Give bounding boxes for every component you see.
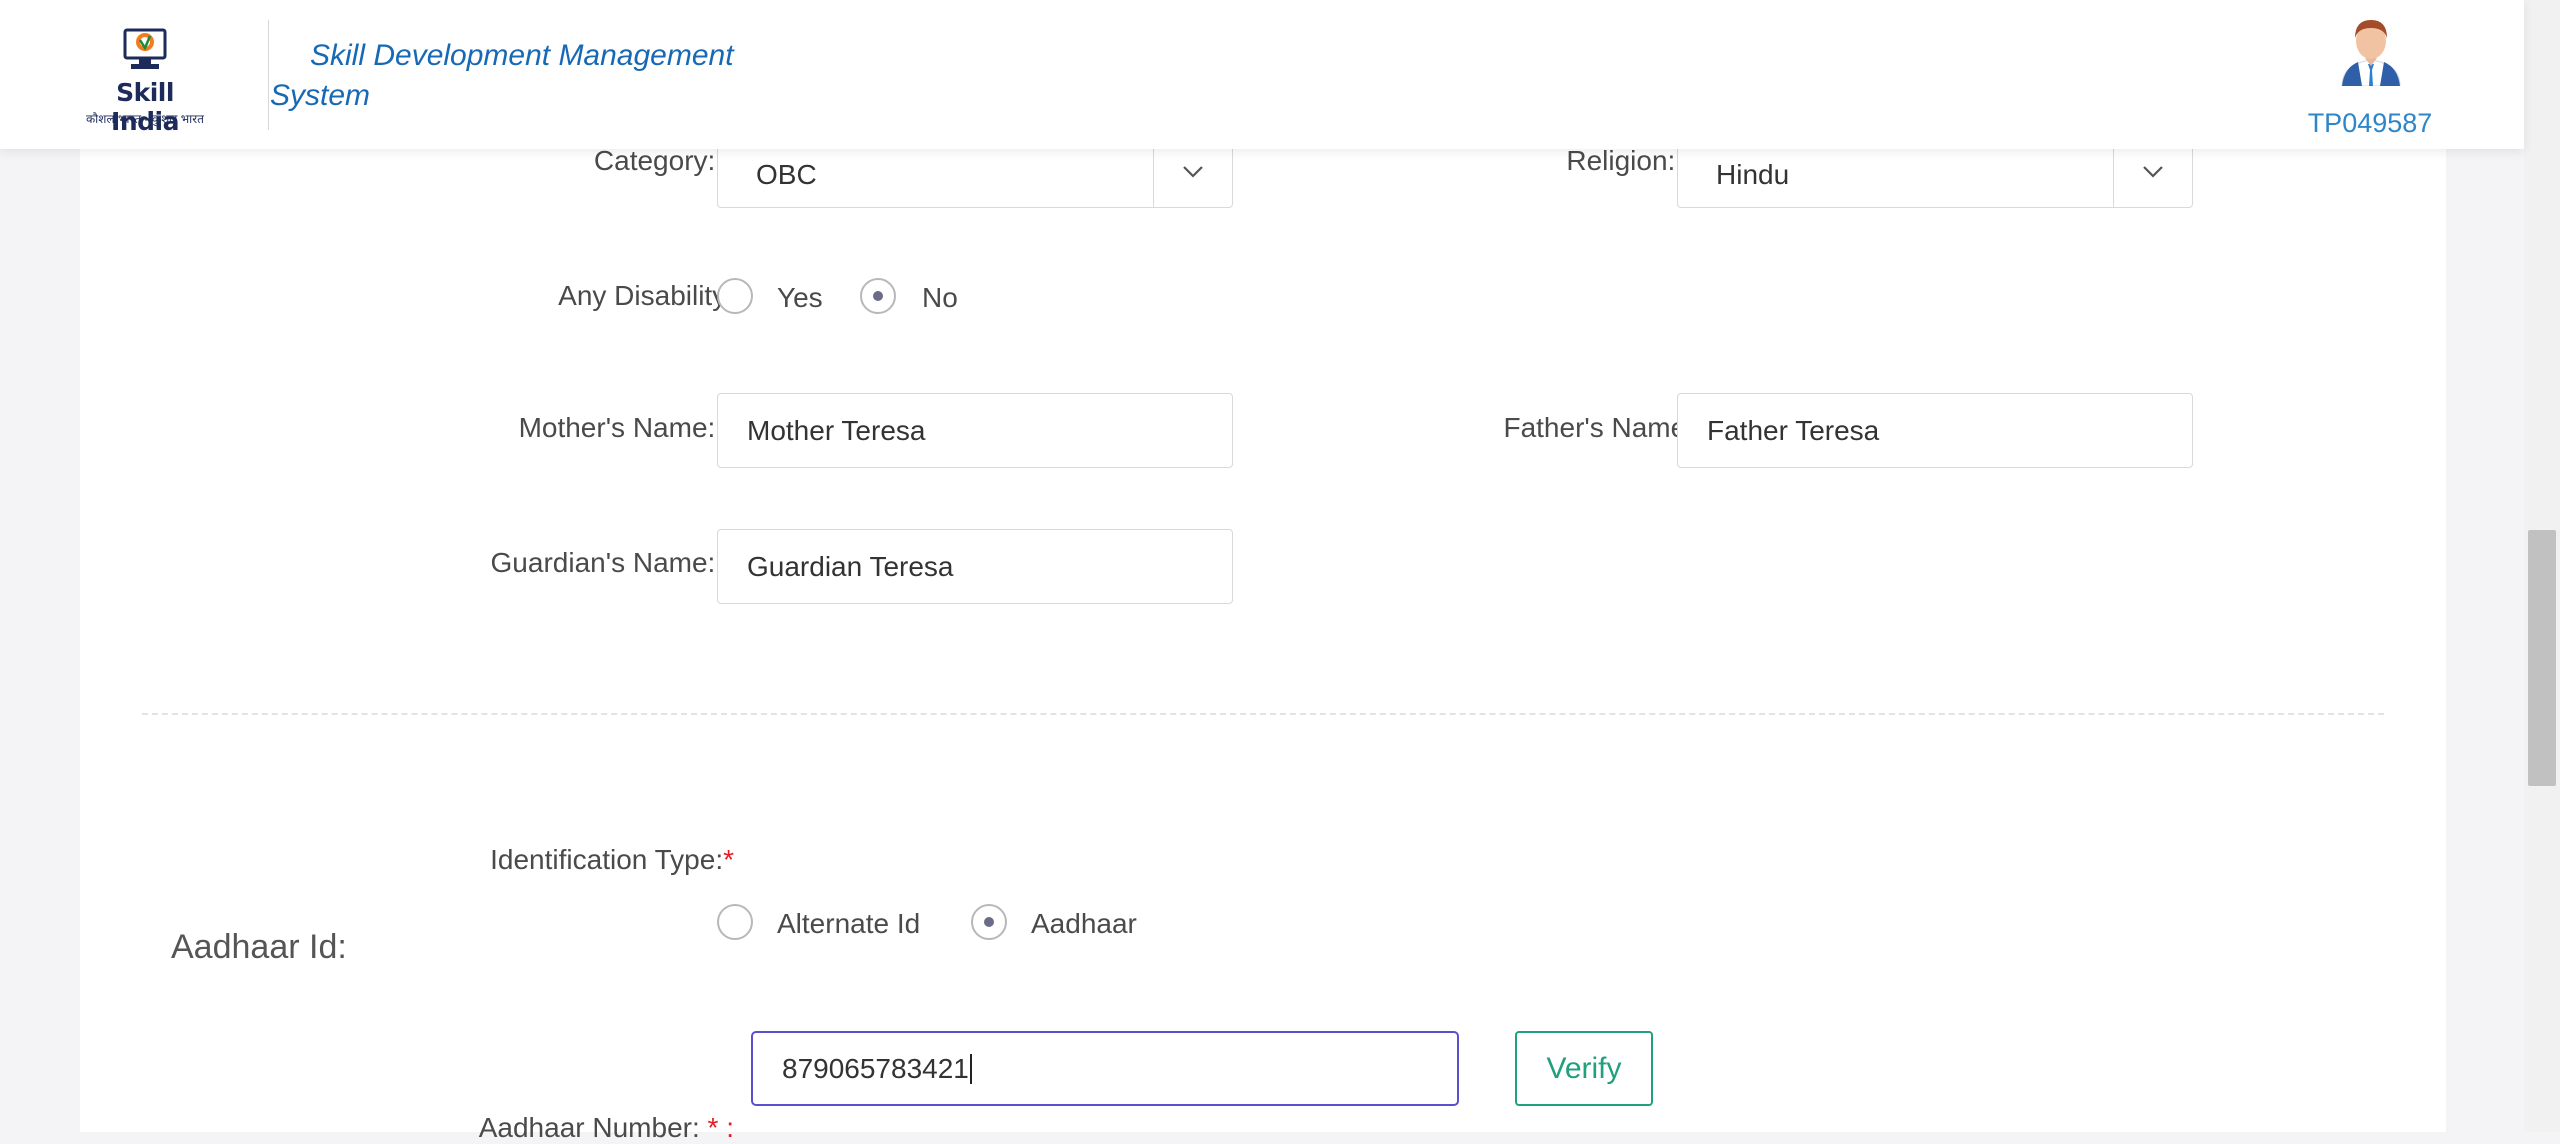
- religion-label: Religion: *: [1566, 145, 1694, 176]
- aadhaar-section-title: Aadhaar Id:: [171, 928, 347, 966]
- app-title: Skill Development Management System: [270, 39, 734, 112]
- identification-aadhaar-label[interactable]: Aadhaar: [1031, 908, 1137, 940]
- religion-value: Hindu: [1716, 159, 1790, 190]
- user-id[interactable]: TP049587: [2290, 108, 2450, 139]
- identification-alternate-id-radio[interactable]: [717, 904, 753, 940]
- mother-name-label: Mother's Name: *: [518, 412, 734, 443]
- guardian-name-value: Guardian Teresa: [747, 550, 954, 582]
- skill-india-logo[interactable]: Skill India कौशल भारत - कुशल भारत: [80, 22, 210, 136]
- section-divider: [142, 713, 2384, 715]
- father-name-input[interactable]: Father Teresa: [1677, 393, 2193, 468]
- disability-no-radio[interactable]: [860, 278, 896, 314]
- user-avatar-icon[interactable]: [2336, 14, 2406, 86]
- skill-india-logo-icon: [123, 28, 167, 69]
- identification-alternate-id-label[interactable]: Alternate Id: [777, 908, 920, 940]
- disability-no-label[interactable]: No: [922, 282, 958, 314]
- logo-tagline: कौशल भारत - कुशल भारत: [85, 112, 205, 126]
- form-card: Category: * OBC Religion: * Hindu Any Di…: [80, 60, 2446, 1143]
- disability-yes-radio[interactable]: [717, 278, 753, 314]
- aadhaar-number-value: 879065783421: [782, 1052, 969, 1084]
- category-label: Category: *: [593, 145, 734, 176]
- mother-name-value: Mother Teresa: [747, 414, 926, 446]
- aadhaar-number-label: Aadhaar Number: * :: [478, 1112, 734, 1143]
- page-scrollbar[interactable]: [2524, 0, 2560, 1132]
- scrollbar-thumb[interactable]: [2528, 530, 2556, 786]
- logo-name: Skill India: [111, 78, 179, 136]
- identification-type-label: Identification Type:*: [490, 844, 734, 875]
- father-name-label: Father's Name:: [1503, 412, 1694, 443]
- guardian-name-label: Guardian's Name: *: [490, 547, 734, 578]
- category-value: OBC: [756, 159, 817, 190]
- guardian-name-input[interactable]: Guardian Teresa: [717, 529, 1233, 604]
- mother-name-input[interactable]: Mother Teresa: [717, 393, 1233, 468]
- verify-button[interactable]: Verify: [1515, 1031, 1653, 1106]
- identification-aadhaar-radio[interactable]: [971, 904, 1007, 940]
- app-header: Skill India कौशल भारत - कुशल भारत Skill …: [0, 0, 2524, 149]
- disability-label: Any Disability:: [558, 280, 734, 311]
- header-divider: [268, 20, 269, 130]
- disability-yes-label[interactable]: Yes: [777, 282, 823, 314]
- father-name-value: Father Teresa: [1707, 414, 1880, 446]
- aadhaar-number-input[interactable]: 879065783421: [751, 1031, 1459, 1106]
- text-caret: [969, 1053, 972, 1084]
